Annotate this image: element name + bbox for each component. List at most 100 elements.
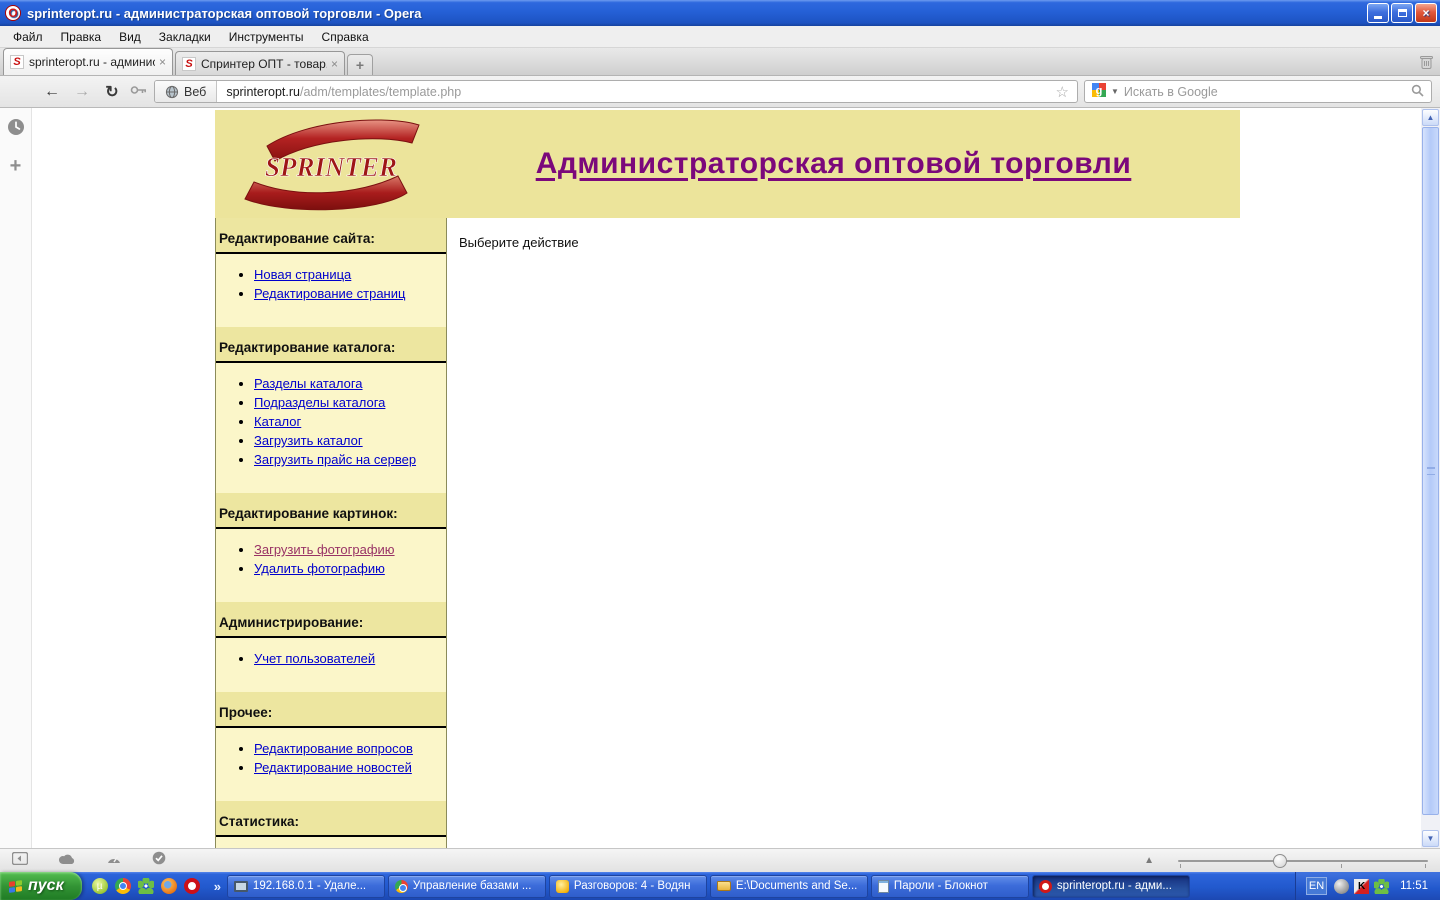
bookmark-star-icon[interactable]: ☆: [1048, 83, 1077, 101]
taskbar-button[interactable]: E:\Documents and Se...: [709, 874, 868, 898]
chrome-icon[interactable]: [114, 878, 131, 894]
zoom-slider[interactable]: [1178, 853, 1428, 869]
tray-swirl-icon[interactable]: [1334, 878, 1350, 894]
menu-item[interactable]: Вид: [110, 27, 150, 47]
menu-item[interactable]: Файл: [4, 27, 52, 47]
list-item: Редактирование страниц: [254, 286, 446, 301]
menu-item[interactable]: Правка: [52, 27, 111, 47]
sidebar-link[interactable]: Подразделы каталога: [254, 395, 385, 410]
add-panel-icon[interactable]: +: [10, 156, 22, 176]
sprinter-logo[interactable]: SPRINTER: [237, 113, 427, 216]
taskbar-button-label: Управление базами ...: [412, 880, 532, 892]
utorrent-icon[interactable]: [91, 878, 108, 894]
sidebar-link[interactable]: Загрузить фотографию: [254, 542, 395, 557]
opera-ring-icon[interactable]: [183, 878, 200, 894]
forward-button[interactable]: →: [70, 83, 94, 101]
web-button-label: Веб: [184, 84, 207, 99]
sidebar-link[interactable]: Редактирование страниц: [254, 286, 405, 301]
sidebar-section-box: Загрузить фотографию Удалить фотографию: [216, 527, 446, 602]
list-item: Загрузить каталог: [254, 433, 446, 448]
url-text[interactable]: sprinteropt.ru/adm/templates/template.ph…: [217, 85, 1047, 99]
icq-flower-icon[interactable]: [137, 878, 154, 894]
system-tray: EN 11:51: [1295, 872, 1440, 900]
restore-icon: [1397, 9, 1407, 17]
close-button[interactable]: ×: [1415, 3, 1437, 23]
sidebar-link[interactable]: Загрузить прайс на сервер: [254, 452, 416, 467]
tab-close-icon[interactable]: ×: [159, 55, 166, 69]
zoom-slider-handle[interactable]: [1273, 853, 1287, 868]
taskbar-button[interactable]: Управление базами ...: [387, 874, 546, 898]
sidebar-section-heading: Прочее:: [219, 705, 273, 720]
scrollbar-thumb[interactable]: [1422, 127, 1439, 815]
vertical-scrollbar[interactable]: ▲ ▼: [1421, 108, 1440, 848]
tab-active[interactable]: Ssprinteropt.ru - админис... ×: [3, 48, 173, 75]
address-field[interactable]: Веб sprinteropt.ru/adm/templates/templat…: [154, 80, 1078, 103]
page-title[interactable]: Администраторская оптовой торговли: [427, 147, 1240, 181]
taskbar-clock: 11:51: [1400, 880, 1428, 892]
tab-close-icon[interactable]: ×: [331, 57, 338, 71]
new-tab-button[interactable]: +: [347, 54, 373, 75]
sidebar-section-heading: Редактирование картинок:: [219, 506, 398, 521]
clock-panel-icon[interactable]: [7, 118, 25, 141]
scroll-up-icon[interactable]: ▲: [1422, 109, 1439, 126]
tab-inactive[interactable]: S Спринтер ОПТ - товар... ×: [175, 51, 345, 75]
sprinter-favicon-icon: S: [182, 56, 196, 71]
sidebar-link[interactable]: Каталог: [254, 414, 301, 429]
svg-text:SPRINTER: SPRINTER: [265, 152, 397, 182]
globe-icon: [165, 85, 179, 98]
menu-item[interactable]: Закладки: [150, 27, 220, 47]
menu-item[interactable]: Инструменты: [220, 27, 313, 47]
quick-launch-overflow-icon[interactable]: »: [210, 879, 225, 894]
tab-label: Спринтер ОПТ - товар...: [201, 56, 327, 71]
wand-password-icon[interactable]: [130, 83, 148, 101]
scrollbar-track[interactable]: [1422, 126, 1439, 830]
list-item: Редактирование вопросов: [254, 741, 446, 756]
list-item: Подразделы каталога: [254, 395, 446, 410]
scroll-down-icon[interactable]: ▼: [1422, 830, 1439, 847]
panel-toggle-icon[interactable]: [11, 851, 29, 870]
sidebar-link[interactable]: Загрузить каталог: [254, 433, 363, 448]
google-search-field[interactable]: g ▼ Искать в Google: [1084, 80, 1432, 103]
turbo-icon[interactable]: [106, 852, 122, 870]
closed-tabs-trash-icon[interactable]: [1419, 54, 1434, 70]
reload-button[interactable]: ↻: [100, 82, 124, 102]
sidebar-section-heading: Статистика:: [219, 814, 299, 829]
fit-width-button[interactable]: ▲: [1144, 855, 1154, 866]
restore-button[interactable]: [1391, 3, 1413, 23]
tray-icons: [1334, 878, 1390, 894]
icq-flower-icon[interactable]: [1374, 878, 1390, 894]
content-message: Выберите действие: [459, 235, 579, 250]
sidebar-link[interactable]: Редактирование новостей: [254, 760, 412, 775]
back-button[interactable]: ←: [40, 83, 64, 101]
kaspersky-icon[interactable]: [1354, 878, 1370, 894]
sync-check-icon[interactable]: [152, 851, 166, 870]
minimize-button[interactable]: [1367, 3, 1389, 23]
sidebar-link[interactable]: Новая страница: [254, 267, 351, 282]
sidebar-section-box: Страниц на сайте: 5Разделов в каталоге: …: [216, 835, 446, 848]
sidebar-link[interactable]: Удалить фотографию: [254, 561, 385, 576]
search-magnifier-icon[interactable]: [1411, 84, 1424, 100]
tabs-container: Ssprinteropt.ru - админис... × S Спринтер О…: [3, 48, 347, 75]
taskbar-button[interactable]: sprinteropt.ru - адми...: [1031, 874, 1190, 898]
sidebar-link[interactable]: Разделы каталога: [254, 376, 363, 391]
window-title: sprinteropt.ru - администраторская оптов…: [27, 5, 422, 21]
sidebar-link[interactable]: Учет пользователей: [254, 651, 375, 666]
web-button[interactable]: Веб: [155, 81, 218, 102]
title-bar[interactable]: O sprinteropt.ru - администраторская опт…: [0, 0, 1440, 26]
unite-cloud-icon[interactable]: [58, 852, 76, 870]
page-content: SPRINTER Администраторская оптовой торго…: [32, 108, 1421, 848]
folder-icon: [716, 881, 731, 891]
taskbar-button[interactable]: 192.168.0.1 - Удале...: [226, 874, 385, 898]
taskbar-button[interactable]: Пароли - Блокнот: [870, 874, 1029, 898]
sidebar-link[interactable]: Редактирование вопросов: [254, 741, 413, 756]
language-indicator[interactable]: EN: [1306, 877, 1328, 895]
taskbar-button[interactable]: Разговоров: 4 - Водян: [548, 874, 707, 898]
taskbar-button-label: sprinteropt.ru - адми...: [1056, 880, 1172, 892]
firefox-icon[interactable]: [160, 878, 177, 894]
search-engine-dropdown-icon[interactable]: ▼: [1111, 87, 1119, 96]
start-button[interactable]: пуск: [0, 872, 82, 900]
plus-icon: +: [355, 57, 365, 73]
sidebar-section-heading: Редактирование сайта:: [219, 231, 375, 246]
menu-item[interactable]: Справка: [313, 27, 378, 47]
list-item: Редактирование новостей: [254, 760, 446, 775]
